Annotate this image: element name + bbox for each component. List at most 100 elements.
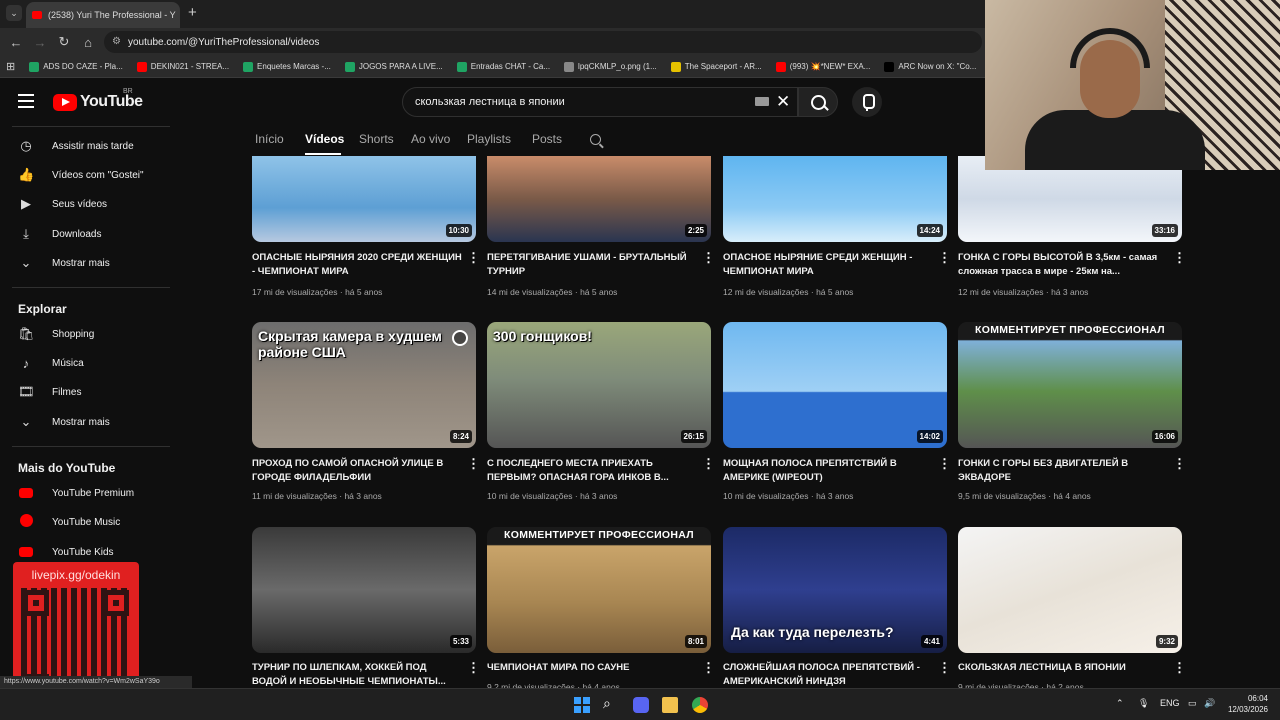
- video-title[interactable]: ОПАСНОЕ НЫРЯНИЕ СРЕДИ ЖЕНЩИН - ЧЕМПИОНАТ…: [723, 251, 933, 279]
- tab-inicio[interactable]: Início: [255, 132, 284, 146]
- video-card[interactable]: 14:24 ОПАСНОЕ НЫРЯНИЕ СРЕДИ ЖЕНЩИН - ЧЕМП…: [723, 156, 951, 299]
- video-thumbnail[interactable]: 5:33: [252, 527, 476, 653]
- video-card[interactable]: 300 гонщиков! 26:15 С ПОСЛЕДНЕГО МЕСТА ПРИ…: [487, 322, 715, 503]
- tab-shorts[interactable]: Shorts: [359, 132, 394, 146]
- video-card[interactable]: КОММЕНТИРУЕТ ПРОФЕССИОНАЛ 16:06 ГОНКИ С ГО…: [958, 322, 1186, 503]
- video-title[interactable]: ГОНКА С ГОРЫ ВЫСОТОЙ В 3,5км - самая сло…: [958, 251, 1168, 279]
- more-options-icon[interactable]: [467, 660, 480, 676]
- discord-icon[interactable]: [633, 697, 649, 713]
- volume-icon[interactable]: 🔊: [1204, 698, 1215, 709]
- sidebar-item[interactable]: ⌄ Mostrar mais: [0, 249, 170, 277]
- bookmark-item[interactable]: Enquetes Marcas -...: [243, 61, 331, 72]
- more-options-icon[interactable]: [938, 660, 951, 676]
- tray-chevron-icon[interactable]: ⌃: [1116, 698, 1124, 709]
- video-thumbnail[interactable]: Скрытая камера в худшем районе США 8:24: [252, 322, 476, 448]
- tab-videos[interactable]: Vídeos: [305, 132, 344, 146]
- voice-search-icon[interactable]: [852, 87, 882, 117]
- video-card[interactable]: 2:25 ПЕРЕТЯГИВАНИЕ УШАМИ - БРУТАЛЬНЫЙ ТУР…: [487, 156, 715, 299]
- video-title[interactable]: ТУРНИР ПО ШЛЕПКАМ, ХОККЕЙ ПОД ВОДОЙ И НЕ…: [252, 661, 462, 689]
- more-options-icon[interactable]: [467, 456, 480, 472]
- video-card[interactable]: 9:32СКОЛЬЗКАЯ ЛЕСТНИЦА В ЯПОНИИ9 mi de v…: [958, 527, 1186, 694]
- bookmark-item[interactable]: lpqCKMLP_o.png (1...: [564, 61, 657, 72]
- video-title[interactable]: ОПАСНЫЕ НЫРЯНИЯ 2020 СРЕДИ ЖЕНЩИН - ЧЕМП…: [252, 251, 462, 279]
- video-title[interactable]: СЛОЖНЕЙШАЯ ПОЛОСА ПРЕПЯТСТВИЙ - АМЕРИКАН…: [723, 661, 933, 689]
- search-icon[interactable]: ⌕: [603, 695, 619, 711]
- channel-search-icon[interactable]: [590, 134, 604, 148]
- windows-start-icon[interactable]: [574, 697, 590, 713]
- video-title[interactable]: ЧЕМПИОНАТ МИРА ПО САУНЕ: [487, 661, 697, 675]
- language-indicator[interactable]: ENG: [1160, 698, 1180, 708]
- more-options-icon[interactable]: [938, 456, 951, 472]
- video-card[interactable]: Да как туда перелезть? 4:41 СЛОЖНЕЙШАЯ ПОЛ…: [723, 527, 951, 694]
- video-card[interactable]: 33:16 ГОНКА С ГОРЫ ВЫСОТОЙ В 3,5км - сама…: [958, 156, 1186, 299]
- url-field[interactable]: ⚙ youtube.com/@YuriTheProfessional/video…: [104, 31, 982, 53]
- bookmark-item[interactable]: JOGOS PARA A LIVE...: [344, 61, 443, 72]
- video-title[interactable]: ПРОХОД ПО САМОЙ ОПАСНОЙ УЛИЦЕ В ГОРОДЕ Ф…: [252, 457, 462, 485]
- bookmark-item[interactable]: DEKIN021 - STREA...: [136, 61, 229, 72]
- more-options-icon[interactable]: [702, 456, 715, 472]
- more-options-icon[interactable]: [467, 250, 480, 266]
- more-options-icon[interactable]: [1173, 660, 1186, 676]
- file-explorer-icon[interactable]: [662, 697, 678, 713]
- back-icon[interactable]: ←: [4, 35, 28, 50]
- video-thumbnail[interactable]: 10:30: [252, 156, 476, 242]
- more-options-icon[interactable]: [1173, 456, 1186, 472]
- chrome-icon[interactable]: [692, 697, 708, 713]
- reload-icon[interactable]: ↻: [52, 34, 76, 50]
- system-clock[interactable]: 06:04 12/03/2026: [1222, 693, 1268, 715]
- video-thumbnail[interactable]: КОММЕНТИРУЕТ ПРОФЕССИОНАЛ 16:06: [958, 322, 1182, 448]
- keyboard-icon[interactable]: [755, 97, 769, 106]
- video-card[interactable]: 14:02 МОЩНАЯ ПОЛОСА ПРЕПЯТСТВИЙ В АМЕРИКЕ…: [723, 322, 951, 503]
- tab-search-icon[interactable]: ⌄: [6, 5, 22, 21]
- sidebar-item[interactable]: YouTube Music: [0, 508, 170, 536]
- tab-posts[interactable]: Posts: [532, 132, 562, 146]
- browser-tab[interactable]: (2538) Yuri The Professional - Y ✕: [26, 2, 180, 28]
- home-icon[interactable]: ⌂: [76, 35, 100, 50]
- tab-playlists[interactable]: Playlists: [467, 132, 511, 146]
- video-card[interactable]: 5:33 ТУРНИР ПО ШЛЕПКАМ, ХОККЕЙ ПОД ВОДОЙ …: [252, 527, 480, 694]
- sidebar-item[interactable]: ⤓ Downloads: [0, 220, 170, 248]
- clear-search-icon[interactable]: ✕: [776, 92, 790, 112]
- more-options-icon[interactable]: [702, 250, 715, 266]
- bookmark-item[interactable]: (993) 💥*NEW* EXA...: [775, 61, 870, 72]
- sidebar-item[interactable]: ⌄ Mostrar mais: [0, 408, 170, 436]
- sidebar-item[interactable]: 🎞 Filmes: [0, 378, 170, 406]
- video-title[interactable]: ГОНКИ С ГОРЫ БЕЗ ДВИГАТЕЛЕЙ В ЭКВАДОРЕ: [958, 457, 1168, 485]
- apps-grid-icon[interactable]: ⊞: [6, 60, 15, 73]
- more-options-icon[interactable]: [702, 660, 715, 676]
- video-thumbnail[interactable]: 14:02: [723, 322, 947, 448]
- microphone-icon[interactable]: 🎙: [1138, 698, 1149, 709]
- video-thumbnail[interactable]: КОММЕНТИРУЕТ ПРОФЕССИОНАЛ 8:01: [487, 527, 711, 653]
- new-tab-icon[interactable]: +: [188, 4, 197, 21]
- sidebar-item[interactable]: 🛍 Shopping: [0, 320, 170, 348]
- sidebar-item[interactable]: ▶ Seus vídeos: [0, 190, 170, 218]
- video-card[interactable]: КОММЕНТИРУЕТ ПРОФЕССИОНАЛ 8:01 ЧЕМПИОНАТ М…: [487, 527, 715, 694]
- bookmark-item[interactable]: The Spaceport - AR...: [670, 61, 762, 72]
- video-card[interactable]: Скрытая камера в худшем районе США 8:24 ПР…: [252, 322, 480, 503]
- video-title[interactable]: ПЕРЕТЯГИВАНИЕ УШАМИ - БРУТАЛЬНЫЙ ТУРНИР: [487, 251, 697, 279]
- video-thumbnail[interactable]: 300 гонщиков! 26:15: [487, 322, 711, 448]
- forward-icon[interactable]: →: [28, 35, 52, 50]
- search-input[interactable]: скользкая лестница в японии: [402, 87, 798, 117]
- sidebar-item[interactable]: YouTube Premium: [0, 479, 170, 507]
- sidebar-item[interactable]: 👍 Vídeos com "Gostei": [0, 161, 170, 189]
- video-title[interactable]: СКОЛЬЗКАЯ ЛЕСТНИЦА В ЯПОНИИ: [958, 661, 1168, 675]
- video-thumbnail[interactable]: 14:24: [723, 156, 947, 242]
- search-button[interactable]: [798, 87, 838, 117]
- bookmark-item[interactable]: ARC Now on X: "Co...: [884, 61, 976, 72]
- youtube-logo[interactable]: YouTube BR: [53, 88, 143, 111]
- tab-ao-vivo[interactable]: Ao vivo: [411, 132, 450, 146]
- more-options-icon[interactable]: [1173, 250, 1186, 266]
- video-title[interactable]: МОЩНАЯ ПОЛОСА ПРЕПЯТСТВИЙ В АМЕРИКЕ (WIP…: [723, 457, 933, 485]
- more-options-icon[interactable]: [938, 250, 951, 266]
- site-info-icon[interactable]: ⚙: [112, 36, 121, 47]
- bookmark-item[interactable]: Entradas CHAT - Ca...: [456, 61, 550, 72]
- video-thumbnail[interactable]: 9:32: [958, 527, 1182, 653]
- menu-icon[interactable]: [18, 94, 34, 108]
- sidebar-item[interactable]: ◷ Assistir mais tarde: [0, 132, 170, 160]
- video-card[interactable]: 10:30 ОПАСНЫЕ НЫРЯНИЯ 2020 СРЕДИ ЖЕНЩИН -…: [252, 156, 480, 299]
- video-thumbnail[interactable]: 2:25: [487, 156, 711, 242]
- network-icon[interactable]: ▭: [1188, 698, 1197, 709]
- video-title[interactable]: С ПОСЛЕДНЕГО МЕСТА ПРИЕХАТЬ ПЕРВЫМ? ОПАС…: [487, 457, 697, 485]
- bookmark-item[interactable]: ADS DO CAZE - Pla...: [29, 61, 123, 72]
